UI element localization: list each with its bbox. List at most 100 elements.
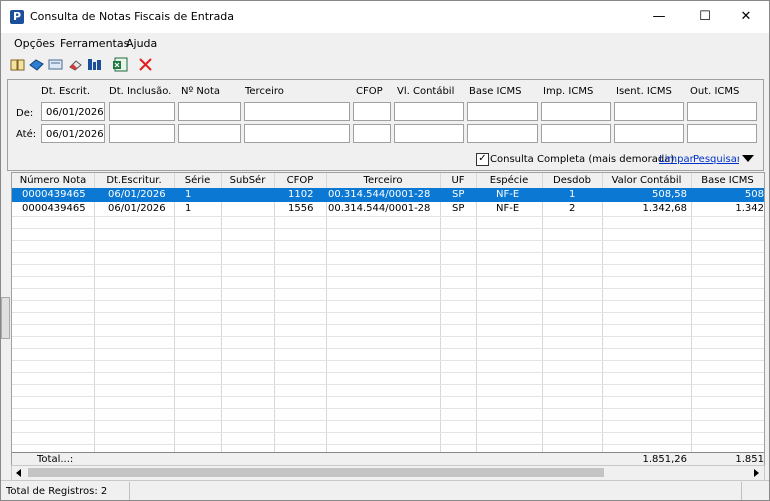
cell-desdob: 1	[569, 189, 576, 200]
to-dt-inclusao-input[interactable]	[109, 124, 175, 143]
maximize-button[interactable]: ☐	[685, 5, 725, 29]
cell-terceiro: 00.314.544/0001-28	[328, 189, 431, 200]
cell-uf: SP	[452, 189, 465, 200]
from-imp-icms-input[interactable]	[541, 102, 611, 121]
header-num-nota: Nº Nota	[181, 86, 221, 97]
table-row[interactable]: 0000439465 06/01/2026 1 1556 00.314.544/…	[12, 202, 764, 216]
book-icon[interactable]	[10, 57, 25, 72]
cell-base: 508	[744, 189, 764, 200]
to-base-icms-input[interactable]	[467, 124, 538, 143]
col-dt-escritur[interactable]: Dt.Escritur.	[94, 175, 174, 186]
from-base-icms-input[interactable]	[467, 102, 538, 121]
to-num-nota-input[interactable]	[178, 124, 241, 143]
toolbar	[1, 54, 769, 76]
from-terceiro-input[interactable]	[244, 102, 350, 121]
col-base-icms[interactable]: Base ICMS	[691, 175, 764, 186]
col-cfop[interactable]: CFOP	[274, 175, 326, 186]
cell-valor: 508,58	[652, 189, 687, 200]
cell-cfop: 1102	[288, 189, 314, 200]
to-label: Até:	[16, 129, 37, 140]
window-title: Consulta de Notas Fiscais de Entrada	[30, 10, 235, 23]
filter-icon[interactable]	[87, 57, 102, 72]
cell-cfop: 1556	[288, 203, 314, 214]
header-imp-icms: Imp. ICMS	[543, 86, 594, 97]
scroll-left-icon[interactable]	[14, 468, 24, 478]
status-divider	[741, 482, 742, 500]
from-vl-contabil-input[interactable]	[394, 102, 464, 121]
consulta-completa-label: Consulta Completa (mais demorada)	[490, 154, 675, 165]
horizontal-scrollbar[interactable]	[11, 465, 765, 481]
menu-ajuda[interactable]: Ajuda	[126, 37, 157, 50]
consulta-completa-checkbox[interactable]: ✓	[476, 153, 489, 166]
status-bar: Total de Registros: 2	[1, 480, 769, 500]
from-isent-icms-input[interactable]	[614, 102, 684, 121]
results-table: Número Nota Dt.Escritur. Série SubSér CF…	[11, 172, 765, 467]
cell-serie: 1	[185, 189, 192, 200]
dropdown-arrow-icon[interactable]	[739, 151, 757, 165]
to-cfop-input[interactable]	[353, 124, 391, 143]
main-window: P Consulta de Notas Fiscais de Entrada —…	[0, 0, 770, 501]
pesquisar-link[interactable]: Pesquisar	[693, 154, 741, 165]
cell-valor: 1.342,68	[642, 203, 687, 214]
cell-especie: NF-E	[496, 203, 520, 214]
header-cfop: CFOP	[356, 86, 383, 97]
card-icon[interactable]	[48, 57, 63, 72]
scroll-thumb[interactable]	[28, 468, 604, 477]
cell-data: 06/01/2026	[108, 189, 166, 200]
cell-numero: 0000439465	[22, 203, 86, 214]
cell-terceiro: 00.314.544/0001-28	[328, 203, 431, 214]
menu-ferramentas[interactable]: Ferramentas	[60, 37, 129, 50]
col-terceiro[interactable]: Terceiro	[326, 175, 440, 186]
from-dt-inclusao-input[interactable]	[109, 102, 175, 121]
table-header: Número Nota Dt.Escritur. Série SubSér CF…	[12, 173, 764, 189]
from-cfop-input[interactable]	[353, 102, 391, 121]
filter-panel: Dt. Escrit. Dt. Inclusão. Nº Nota Tercei…	[7, 79, 764, 171]
menu-opcoes[interactable]: Opções	[14, 37, 55, 50]
to-vl-contabil-input[interactable]	[394, 124, 464, 143]
total-label: Total...:	[37, 454, 74, 465]
col-uf[interactable]: UF	[440, 175, 476, 186]
excel-export-icon[interactable]	[113, 57, 128, 72]
book-open-icon[interactable]	[29, 57, 44, 72]
cell-especie: NF-E	[496, 189, 520, 200]
close-button[interactable]: ✕	[726, 5, 766, 29]
record-count: Total de Registros: 2	[6, 486, 108, 497]
minimize-button[interactable]: —	[639, 5, 679, 29]
col-subser[interactable]: SubSér	[221, 175, 274, 186]
header-terceiro: Terceiro	[245, 86, 284, 97]
col-valor-contabil[interactable]: Valor Contábil	[602, 175, 691, 186]
header-isent-icms: Isent. ICMS	[616, 86, 672, 97]
menu-bar: Opções Ferramentas Ajuda	[1, 33, 769, 53]
to-dt-escrit-input[interactable]: 06/01/2026	[41, 124, 105, 143]
header-dt-inclusao: Dt. Inclusão.	[109, 86, 172, 97]
delete-icon[interactable]	[138, 57, 153, 72]
to-out-icms-input[interactable]	[687, 124, 757, 143]
scroll-right-icon[interactable]	[751, 468, 761, 478]
col-serie[interactable]: Série	[174, 175, 221, 186]
header-out-icms: Out. ICMS	[690, 86, 740, 97]
eraser-icon[interactable]	[68, 57, 83, 72]
header-base-icms: Base ICMS	[469, 86, 522, 97]
to-terceiro-input[interactable]	[244, 124, 350, 143]
cell-numero: 0000439465	[22, 189, 86, 200]
cell-base: 1.342	[735, 203, 764, 214]
total-base: 1.851	[735, 454, 764, 465]
side-collapse-handle[interactable]	[1, 297, 10, 339]
col-especie[interactable]: Espécie	[476, 175, 542, 186]
col-numero-nota[interactable]: Número Nota	[12, 175, 94, 186]
header-dt-escrit: Dt. Escrit.	[41, 86, 90, 97]
limpar-link[interactable]: Limpar	[659, 154, 694, 165]
from-num-nota-input[interactable]	[178, 102, 241, 121]
cell-data: 06/01/2026	[108, 203, 166, 214]
from-label: De:	[16, 108, 34, 119]
app-logo-icon: P	[10, 10, 24, 24]
status-divider	[129, 482, 130, 500]
from-dt-escrit-input[interactable]: 06/01/2026	[41, 102, 105, 121]
col-desdob[interactable]: Desdob	[542, 175, 602, 186]
table-row[interactable]: 0000439465 06/01/2026 1 1102 00.314.544/…	[12, 188, 764, 202]
to-isent-icms-input[interactable]	[614, 124, 684, 143]
title-bar: P Consulta de Notas Fiscais de Entrada —…	[1, 1, 769, 33]
to-imp-icms-input[interactable]	[541, 124, 611, 143]
cell-serie: 1	[185, 203, 192, 214]
from-out-icms-input[interactable]	[687, 102, 757, 121]
